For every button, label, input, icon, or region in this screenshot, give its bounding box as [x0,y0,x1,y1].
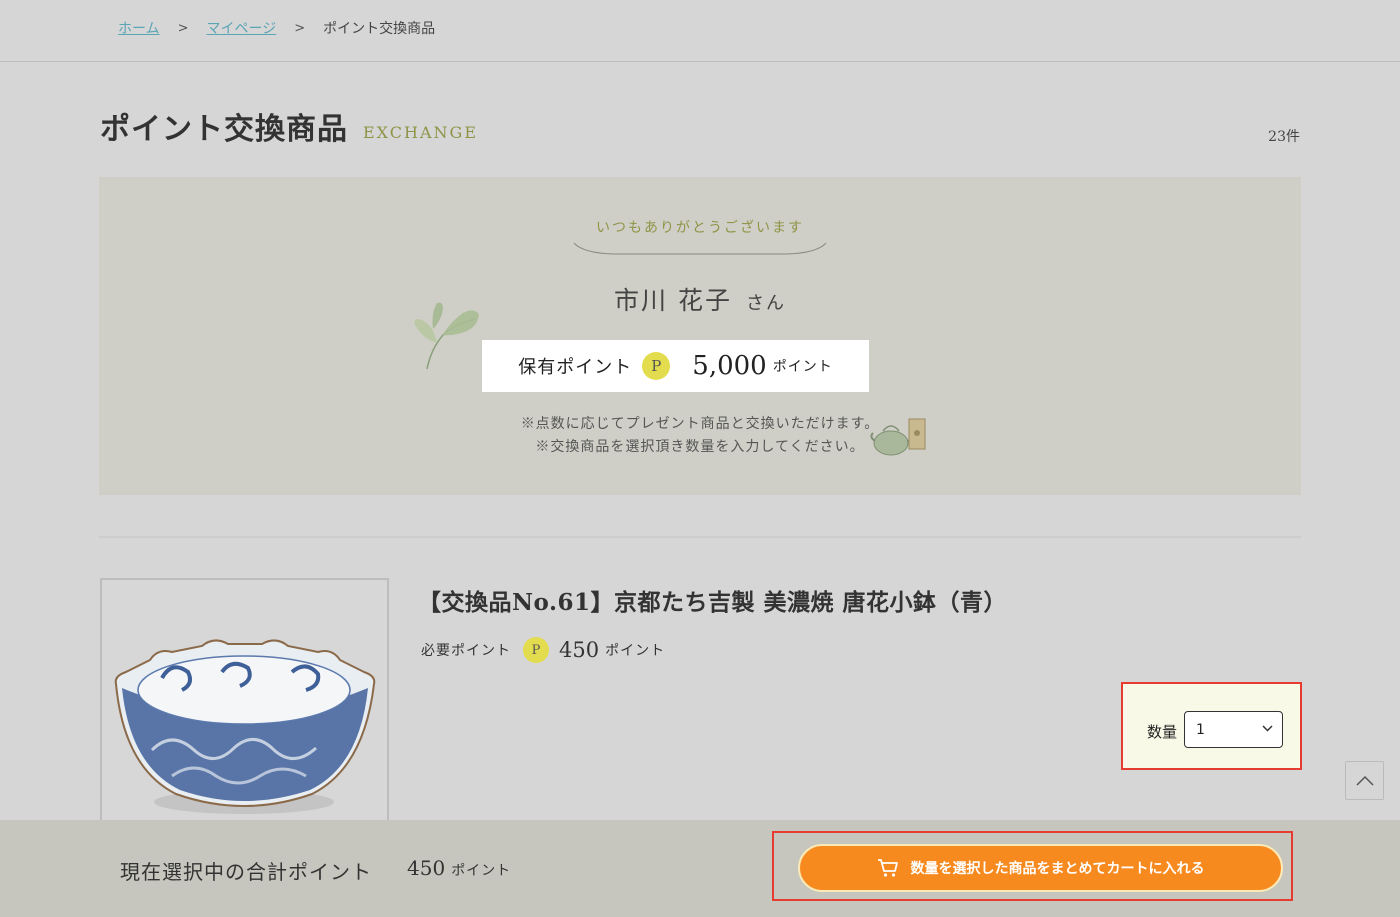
point-coin-icon: P [523,637,549,663]
chevron-right-icon: > [294,20,306,36]
user-honorific: さん [745,293,786,314]
quantity-label: 数量 [1147,723,1178,741]
exchange-notice: ※点数に応じてプレゼント商品と交換いただけます。 ※交換商品を選択頂き数量を入力… [99,413,1301,459]
add-to-cart-button[interactable]: 数量を選択した商品をまとめてカートに入れる [798,844,1283,892]
bottom-bar: 現在選択中の合計ポイント 450 ポイント 数量を選択した商品をまとめてカートに入… [0,820,1400,917]
page-subtitle: EXCHANGE [363,123,478,142]
product-name: 【交換品No.61】京都たち吉製 美濃焼 唐花小鉢（青） [418,589,1007,616]
required-points-amount: 450 [559,638,600,662]
chevron-down-icon [1262,725,1273,732]
quantity-value: 1 [1196,721,1205,738]
thanks-message: いつもありがとうございます [596,220,804,236]
breadcrumb: ホーム > マイページ > ポイント交換商品 [118,16,435,40]
add-to-cart-label: 数量を選択した商品をまとめてカートに入れる [910,861,1205,877]
required-points-label: 必要ポイント [421,643,511,659]
quantity-select[interactable]: 1 [1184,711,1283,748]
user-name-text: 市川 花子 [614,286,732,315]
page-title: ポイント交換商品 [100,112,348,147]
section-divider [99,536,1301,538]
total-points-label: 現在選択中の合計ポイント [120,860,372,884]
back-to-top-button[interactable] [1345,761,1384,800]
cart-button-highlight: 数量を選択した商品をまとめてカートに入れる [772,831,1293,901]
holding-points-label: 保有ポイント [518,357,633,378]
header-divider [0,61,1400,62]
breadcrumb-mypage-link[interactable]: マイページ [207,18,277,38]
total-points-amount: 450 [407,856,446,880]
cart-icon [877,858,899,878]
total-points-unit: ポイント [451,863,512,879]
quantity-selector-highlight: 数量 1 [1121,682,1302,770]
chevron-up-icon [1355,775,1374,786]
holding-points-amount: 5,000 [692,351,767,381]
curve-underline-icon [573,242,827,255]
holding-points-box: 保有ポイント P 5,000 ポイント [482,340,869,392]
breadcrumb-current: ポイント交換商品 [323,21,436,37]
user-name: 市川 花子 さん [99,281,1301,317]
total-points: 450 ポイント [407,856,511,880]
required-points: 必要ポイント P 450 ポイント [421,637,665,663]
item-count: 23件 [1268,129,1300,145]
tea-leaf-icon [414,302,479,370]
required-points-unit: ポイント [605,643,666,659]
notice-line-1: ※点数に応じてプレゼント商品と交換いただけます。 [520,416,880,432]
chevron-right-icon: > [177,20,189,36]
notice-line-2: ※交換商品を選択頂き数量を入力してください。 [535,439,865,455]
points-panel: いつもありがとうございます 市川 花子 さん 保有ポイント P 5,000 ポイン… [99,177,1301,495]
teapot-icon [870,418,926,456]
breadcrumb-home-link[interactable]: ホーム [118,18,160,38]
point-coin-icon: P [642,352,671,380]
holding-points-unit: ポイント [772,359,833,375]
